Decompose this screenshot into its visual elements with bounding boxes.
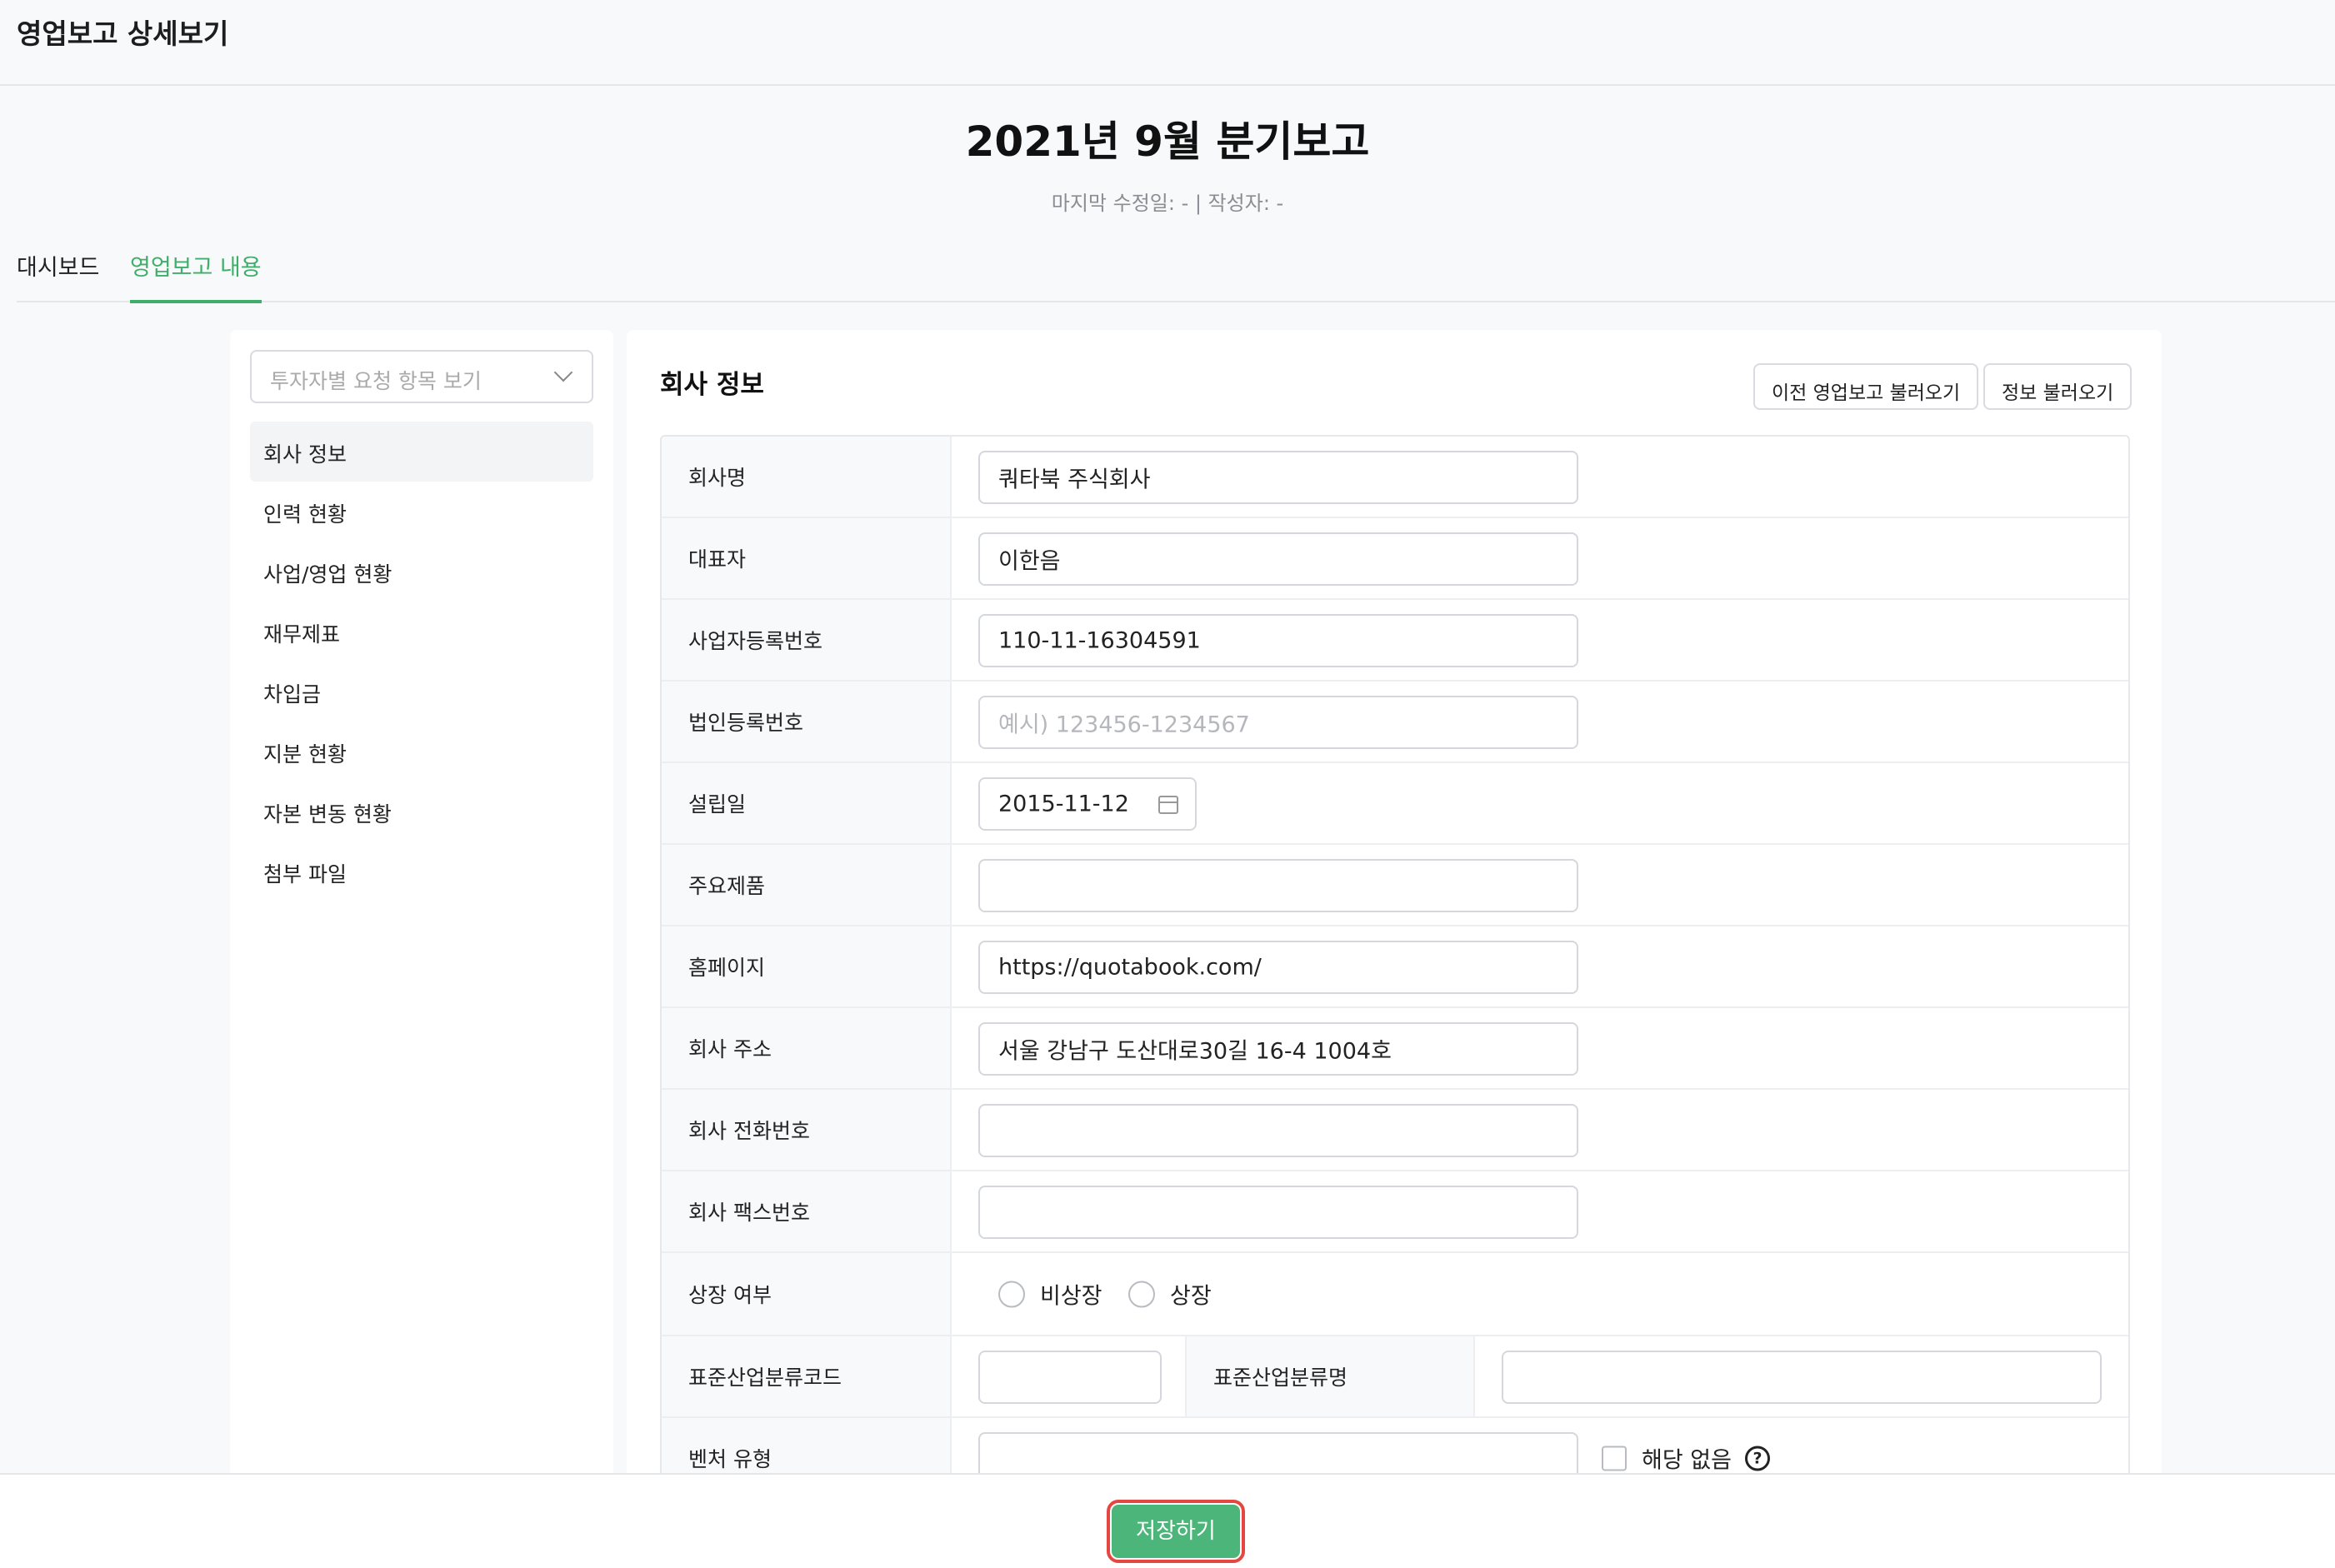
form-row-address: 회사 주소 서울 강남구 도산대로30길 16-4 1004호 — [662, 1008, 2128, 1090]
ceo-label: 대표자 — [688, 547, 747, 572]
address-input[interactable]: 서울 강남구 도산대로30길 16-4 1004호 — [978, 1022, 1578, 1076]
form-row-industry: 표준산업분류코드 표준산업분류명 — [662, 1336, 2128, 1418]
founded-date-input[interactable]: 2015-11-12 — [978, 777, 1197, 831]
biz-reg-no-label: 사업자등록번호 — [688, 629, 823, 653]
sidebar-item-company-info[interactable]: 회사 정보 — [250, 422, 593, 482]
sidebar-item-equity-changes[interactable]: 자본 변동 현황 — [250, 782, 593, 841]
radio-listed[interactable]: 상장 — [1128, 1278, 1212, 1311]
company-name-label: 회사명 — [688, 466, 747, 490]
sidebar-item-attachments[interactable]: 첨부 파일 — [250, 841, 593, 901]
sidebar: 투자자별 요청 항목 보기 회사 정보 인력 현황 사업/영업 현황 재무제표 … — [230, 330, 613, 1496]
company-info-form: 회사명 쿼타북 주식회사 대표자 이한음 사업자등록번호 110-11-1630… — [660, 435, 2130, 1518]
main-products-label: 주요제품 — [688, 874, 766, 898]
industry-name-input[interactable] — [1502, 1351, 2102, 1404]
founded-label: 설립일 — [688, 792, 747, 816]
form-row-corp-reg-no: 법인등록번호 예시) 123456-1234567 — [662, 682, 2128, 763]
calendar-icon[interactable] — [1158, 796, 1178, 814]
industry-code-input[interactable] — [978, 1351, 1162, 1404]
venture-none-checkbox[interactable] — [1602, 1446, 1627, 1471]
form-row-company-name: 회사명 쿼타북 주식회사 — [662, 437, 2128, 518]
tab-bar: 대시보드 영업보고 내용 — [17, 246, 2335, 303]
address-label: 회사 주소 — [688, 1037, 772, 1061]
load-previous-report-button[interactable]: 이전 영업보고 불러오기 — [1753, 363, 1979, 410]
top-bar: 영업보고 상세보기 — [0, 0, 2335, 86]
save-button[interactable]: 저장하기 — [1107, 1500, 1245, 1563]
biz-reg-no-input[interactable]: 110-11-16304591 — [978, 614, 1578, 667]
fax-input[interactable] — [978, 1186, 1578, 1239]
radio-listed-circle[interactable] — [1128, 1281, 1155, 1307]
form-row-fax: 회사 팩스번호 — [662, 1171, 2128, 1253]
venture-label: 벤처 유형 — [688, 1447, 772, 1471]
tab-dashboard[interactable]: 대시보드 — [17, 249, 99, 300]
phone-label: 회사 전화번호 — [688, 1119, 810, 1143]
sidebar-item-financials[interactable]: 재무제표 — [250, 602, 593, 662]
listing-label: 상장 여부 — [688, 1283, 772, 1307]
form-row-homepage: 홈페이지 https://quotabook.com/ — [662, 926, 2128, 1008]
industry-name-label: 표준산업분류명 — [1213, 1366, 1348, 1390]
form-row-founded: 설립일 2015-11-12 — [662, 763, 2128, 845]
venture-none-label: 해당 없음 — [1642, 1447, 1732, 1474]
chevron-down-icon — [553, 362, 573, 382]
load-info-button[interactable]: 정보 불러오기 — [1983, 363, 2132, 410]
sidebar-item-staff[interactable]: 인력 현황 — [250, 482, 593, 542]
phone-input[interactable] — [978, 1104, 1578, 1157]
radio-unlisted-label: 비상장 — [1040, 1283, 1102, 1310]
report-meta: 마지막 수정일: - | 작성자: - — [1051, 192, 1284, 215]
corp-reg-no-label: 법인등록번호 — [688, 711, 804, 735]
sidebar-item-shareholding[interactable]: 지분 현황 — [250, 722, 593, 782]
company-info-panel: 회사 정보 이전 영업보고 불러오기 정보 불러오기 회사명 쿼타북 주식회사 … — [627, 330, 2162, 1518]
select-placeholder: 투자자별 요청 항목 보기 — [270, 369, 482, 393]
radio-listed-label: 상장 — [1170, 1283, 1212, 1310]
bottom-action-bar: 저장하기 — [0, 1473, 2335, 1568]
form-row-biz-reg-no: 사업자등록번호 110-11-16304591 — [662, 600, 2128, 682]
form-row-main-products: 주요제품 — [662, 845, 2128, 926]
form-row-ceo: 대표자 이한음 — [662, 518, 2128, 600]
company-name-input[interactable]: 쿼타북 주식회사 — [978, 451, 1578, 504]
investor-filter-select[interactable]: 투자자별 요청 항목 보기 — [250, 350, 593, 403]
venture-none-option[interactable]: 해당 없음 ? — [1602, 1442, 1770, 1475]
help-icon[interactable]: ? — [1744, 1446, 1770, 1471]
homepage-label: 홈페이지 — [688, 956, 766, 980]
homepage-input[interactable]: https://quotabook.com/ — [978, 941, 1578, 994]
corp-reg-no-input[interactable]: 예시) 123456-1234567 — [978, 696, 1578, 749]
sidebar-item-borrowings[interactable]: 차입금 — [250, 662, 593, 722]
report-title: 2021년 9월 분기보고 — [965, 117, 1370, 166]
ceo-input[interactable]: 이한음 — [978, 532, 1578, 586]
radio-unlisted[interactable]: 비상장 — [998, 1278, 1102, 1311]
sidebar-item-business[interactable]: 사업/영업 현황 — [250, 542, 593, 602]
form-row-listing: 상장 여부 비상장 상장 — [662, 1253, 2128, 1336]
report-header: 2021년 9월 분기보고 마지막 수정일: - | 작성자: - — [0, 108, 2335, 216]
panel-title: 회사 정보 — [660, 370, 764, 400]
industry-code-label: 표준산업분류코드 — [688, 1366, 842, 1390]
tab-report-content[interactable]: 영업보고 내용 — [130, 249, 262, 303]
window-title: 영업보고 상세보기 — [17, 17, 229, 50]
main-products-input[interactable] — [978, 859, 1578, 912]
form-row-phone: 회사 전화번호 — [662, 1090, 2128, 1171]
fax-label: 회사 팩스번호 — [688, 1201, 810, 1225]
radio-unlisted-circle[interactable] — [998, 1281, 1025, 1307]
